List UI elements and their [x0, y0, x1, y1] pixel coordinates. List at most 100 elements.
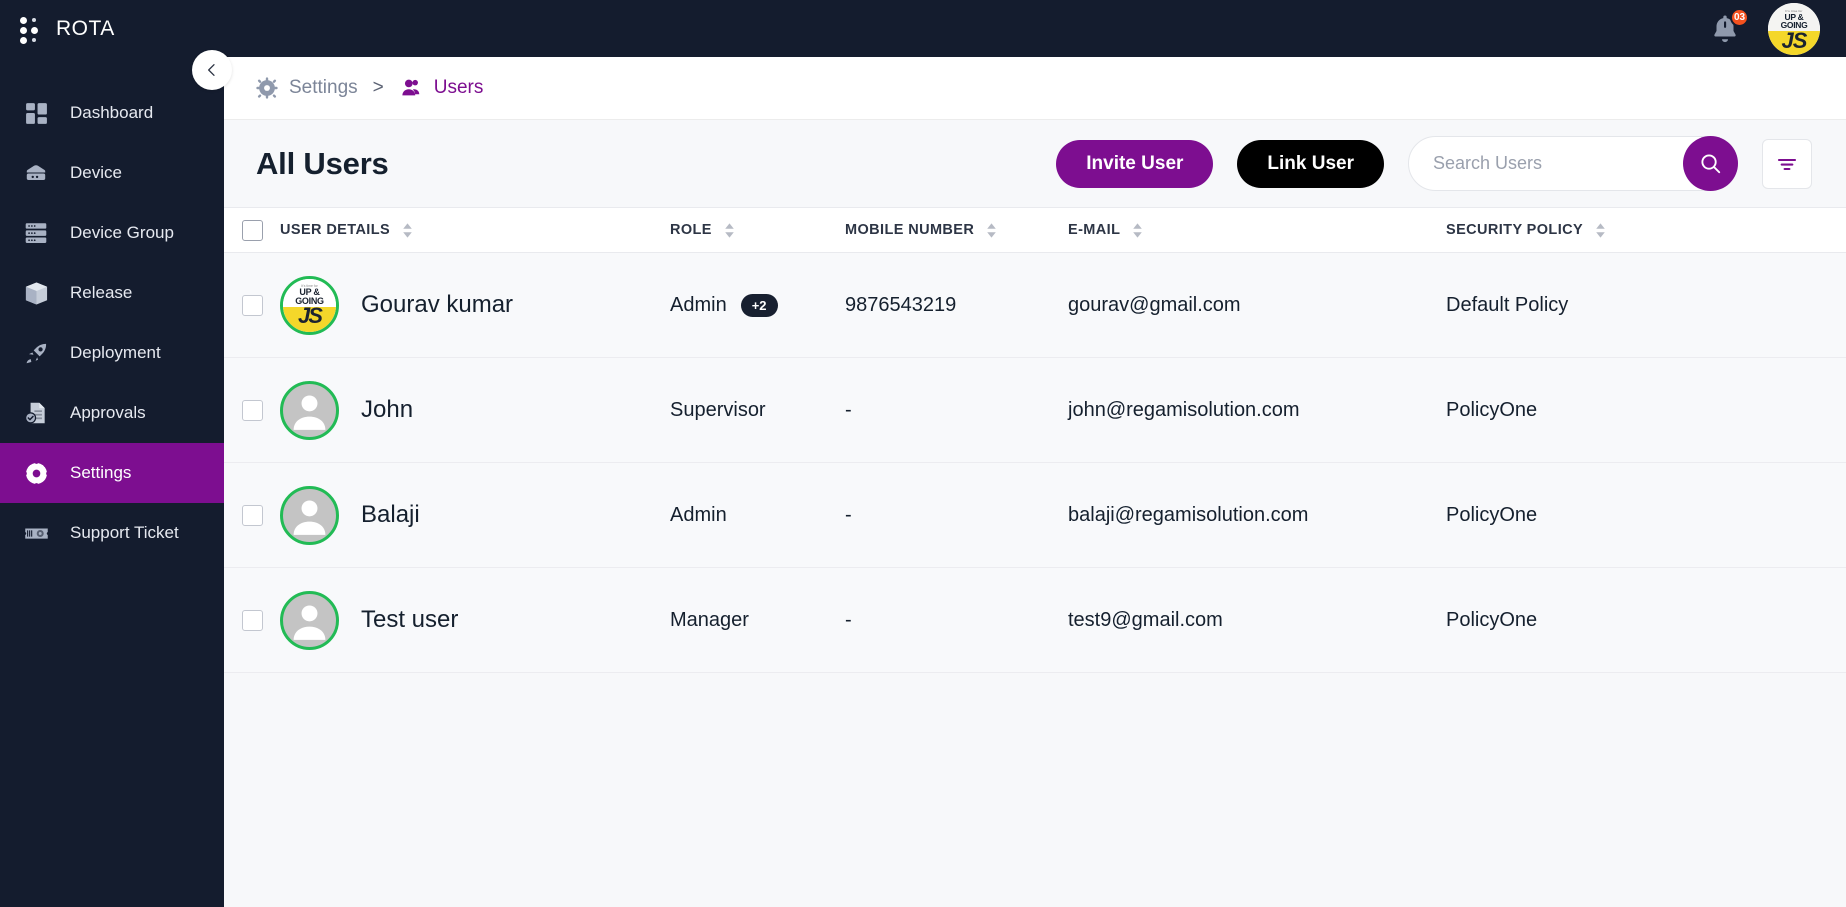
user-details-cell: Test user [280, 590, 670, 650]
role-label: Admin [670, 503, 727, 526]
breadcrumb-separator: > [372, 77, 384, 98]
user-details-cell: John [280, 380, 670, 440]
email-cell: balaji@regamisolution.com [1068, 503, 1309, 526]
row-checkbox[interactable] [241, 399, 263, 421]
ticket-icon [22, 519, 50, 547]
security-policy-cell: PolicyOne [1446, 398, 1538, 421]
sidebar-item-label: Support Ticket [70, 523, 179, 542]
table-row[interactable]: Test user Manager - test9@gmail.com Poli… [224, 568, 1846, 673]
sort-icon[interactable] [724, 222, 735, 238]
sort-icon[interactable] [402, 222, 413, 238]
app-root: ROTA 03 It's time for UP & GOING JS Dash… [0, 0, 1846, 907]
col-security-policy[interactable]: SECURITY POLICY [1446, 222, 1846, 238]
col-email[interactable]: E-MAIL [1068, 222, 1446, 238]
user-avatar[interactable]: It's time for UP & GOING JS [1768, 2, 1820, 55]
main-content: Settings > Users All Users Invite User L… [224, 57, 1846, 907]
row-select-cell [224, 294, 280, 316]
role-extra-badge[interactable]: +2 [740, 293, 778, 317]
link-user-button[interactable]: Link User [1237, 139, 1384, 188]
security-policy-cell: PolicyOne [1446, 503, 1538, 526]
avatar-top: It's time for UP & GOING [1768, 2, 1820, 31]
row-checkbox[interactable] [241, 294, 263, 316]
avatar [280, 380, 339, 440]
users-table: USER DETAILS ROLE MOBILE NUMBER E-MAIL S… [224, 207, 1846, 673]
sidebar-item-approvals[interactable]: Approvals [0, 383, 224, 443]
sidebar-item-settings[interactable]: Settings [0, 443, 224, 503]
sidebar-item-device-group[interactable]: Device Group [0, 203, 224, 263]
topbar-right: 03 It's time for UP & GOING JS [1708, 2, 1846, 55]
sort-icon[interactable] [1595, 222, 1606, 238]
sidebar-item-deployment[interactable]: Deployment [0, 323, 224, 383]
avatar-bottom: JS [283, 305, 336, 332]
avatar: It's time for UP & GOING JS [280, 275, 339, 335]
table-row[interactable]: It's time for UP & GOING JS Gourav kumar… [224, 253, 1846, 358]
avatar-bottom: JS [1768, 29, 1820, 55]
row-select-cell [224, 399, 280, 421]
role-label: Manager [670, 608, 749, 631]
sort-icon[interactable] [986, 222, 997, 238]
sidebar-item-label: Dashboard [70, 103, 154, 122]
person-icon [293, 604, 326, 640]
user-name: John [361, 396, 414, 423]
row-checkbox[interactable] [241, 609, 263, 631]
email-cell: gourav@gmail.com [1068, 293, 1241, 316]
invite-user-button[interactable]: Invite User [1056, 139, 1214, 188]
role-cell: Supervisor [670, 399, 845, 422]
filter-button[interactable] [1762, 138, 1812, 189]
user-details-cell: Balaji [280, 485, 670, 545]
sidebar-item-label: Device Group [70, 223, 174, 242]
collapse-sidebar-button[interactable] [192, 50, 232, 90]
sidebar-item-label: Deployment [70, 343, 161, 362]
row-select-cell [224, 504, 280, 526]
brand[interactable]: ROTA [0, 16, 224, 44]
email-cell: test9@gmail.com [1068, 608, 1223, 631]
table-header-row: USER DETAILS ROLE MOBILE NUMBER E-MAIL S… [224, 207, 1846, 253]
search-box [1408, 136, 1738, 191]
page-title: All Users [256, 145, 389, 181]
app-menu-dots-icon[interactable] [20, 16, 42, 44]
breadcrumb-settings[interactable]: Settings [256, 77, 358, 99]
mobile-cell: - [845, 398, 852, 421]
notifications-button[interactable]: 03 [1708, 7, 1749, 47]
user-name: Gourav kumar [361, 291, 514, 318]
device-icon [22, 159, 50, 187]
email-cell: john@regamisolution.com [1068, 398, 1300, 421]
sidebar-item-release[interactable]: Release [0, 263, 224, 323]
sidebar: Dashboard Device Device Group Release De… [0, 57, 224, 907]
sidebar-item-label: Approvals [70, 403, 146, 422]
sidebar-item-label: Settings [70, 463, 132, 482]
breadcrumb-users[interactable]: Users [399, 77, 484, 99]
breadcrumb-current-label: Users [433, 77, 484, 98]
sidebar-item-label: Release [70, 283, 133, 302]
rocket-icon [22, 339, 50, 367]
sidebar-item-dashboard[interactable]: Dashboard [0, 83, 224, 143]
row-checkbox[interactable] [241, 504, 263, 526]
sort-icon[interactable] [1132, 222, 1143, 238]
top-bar: ROTA 03 It's time for UP & GOING JS [0, 0, 1846, 57]
col-role[interactable]: ROLE [670, 222, 845, 238]
mobile-cell: - [845, 503, 852, 526]
column-label: SECURITY POLICY [1446, 222, 1584, 238]
search-icon [1701, 154, 1721, 174]
role-label: Admin [670, 293, 727, 316]
dashboard-icon [22, 99, 50, 127]
users-toolbar: All Users Invite User Link User [224, 120, 1846, 207]
users-page: All Users Invite User Link User Search U… [224, 120, 1846, 673]
table-row[interactable]: Balaji Admin - balaji@regamisolution.com… [224, 463, 1846, 568]
breadcrumb: Settings > Users [224, 57, 1846, 120]
col-user-details[interactable]: USER DETAILS [280, 222, 670, 238]
table-row[interactable]: John Supervisor - john@regamisolution.co… [224, 358, 1846, 463]
avatar [280, 485, 339, 545]
col-mobile-number[interactable]: MOBILE NUMBER [845, 222, 1068, 238]
avatar [280, 590, 339, 650]
search-button[interactable] [1683, 136, 1738, 191]
row-select-cell [224, 609, 280, 631]
select-all-checkbox[interactable] [241, 219, 263, 241]
sidebar-item-device[interactable]: Device [0, 143, 224, 203]
user-name: Balaji [361, 501, 420, 528]
role-label: Supervisor [670, 398, 766, 421]
sidebar-item-support-ticket[interactable]: Support Ticket [0, 503, 224, 563]
person-icon [293, 499, 326, 535]
role-cell: Admin [670, 504, 845, 527]
brand-name: ROTA [56, 16, 115, 40]
